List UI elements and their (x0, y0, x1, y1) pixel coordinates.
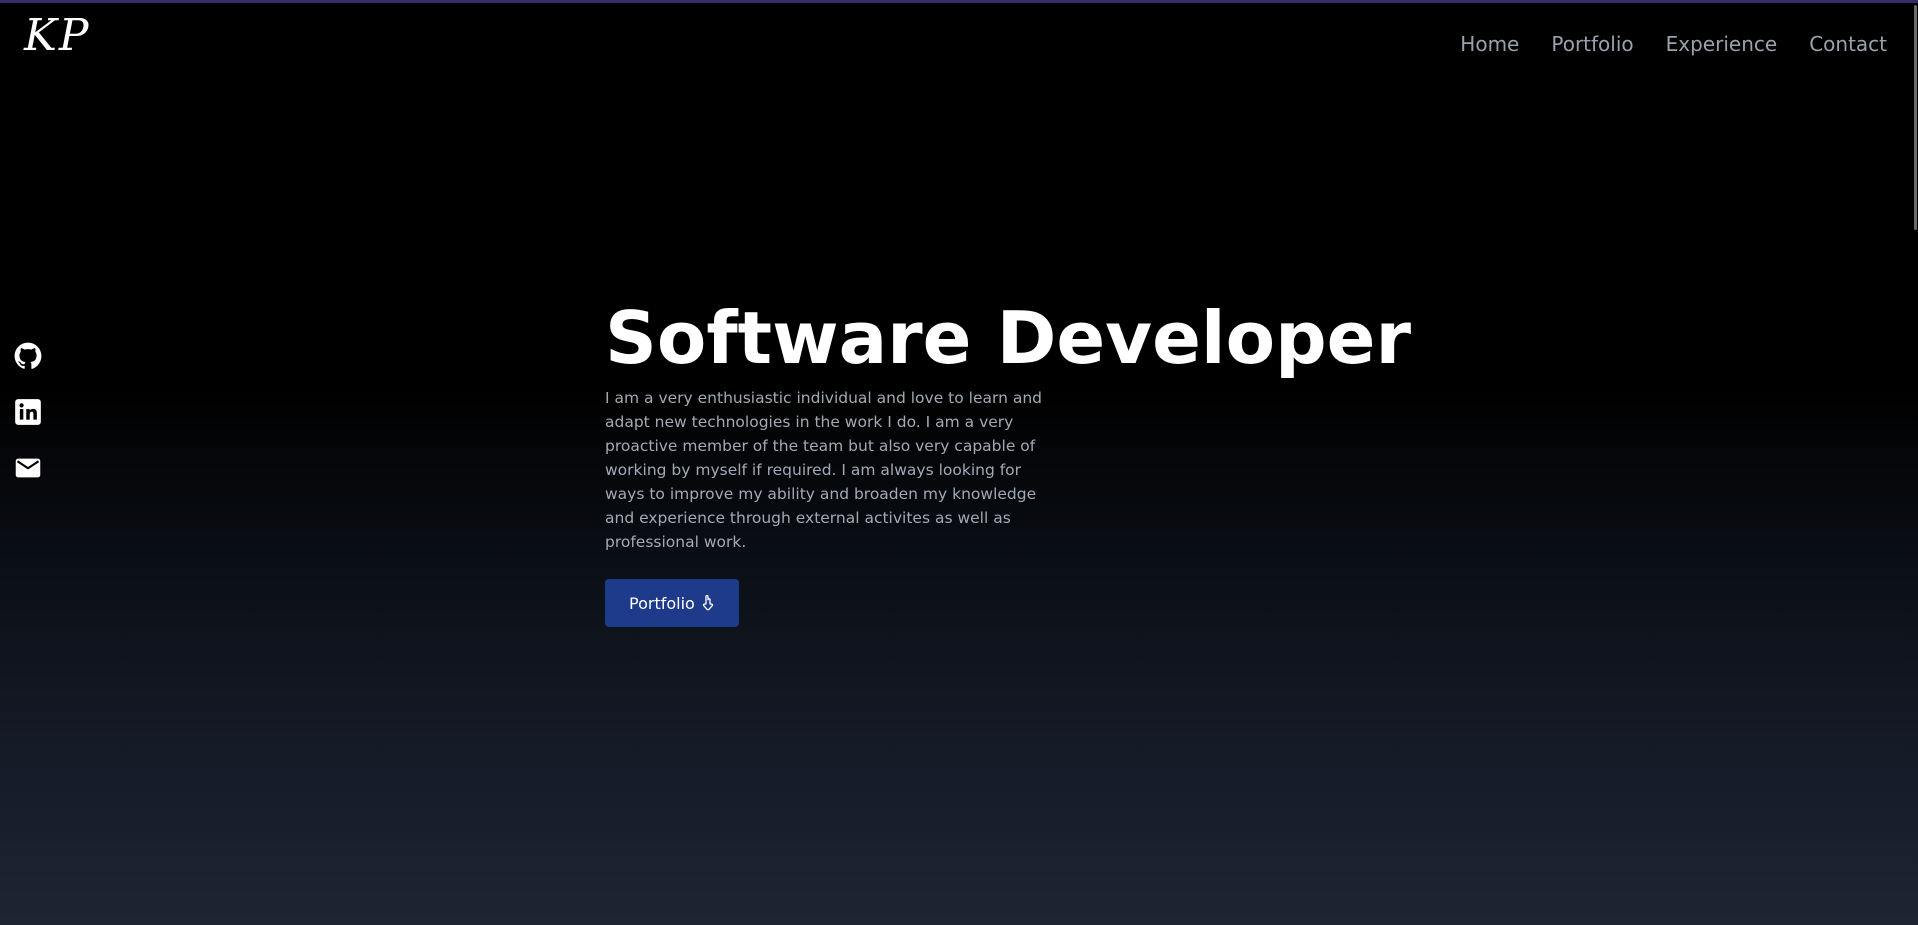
github-icon[interactable] (14, 342, 42, 370)
site-logo[interactable]: KP (24, 14, 90, 58)
hero-title: Software Developer (605, 296, 1411, 380)
social-links (14, 342, 42, 482)
nav-link-experience[interactable]: Experience (1666, 32, 1778, 56)
linkedin-icon[interactable] (14, 398, 42, 426)
pointing-hand-down-icon (702, 595, 713, 611)
scrollbar-thumb[interactable] (1914, 5, 1917, 230)
hero-description: I am a very enthusiastic individual and … (605, 389, 1043, 551)
hero-section: Software Developer I am a very enthusias… (605, 290, 1411, 627)
nav-link-home[interactable]: Home (1460, 32, 1519, 56)
nav-link-contact[interactable]: Contact (1809, 32, 1887, 56)
portfolio-button-label: Portfolio (629, 593, 695, 613)
scrollbar[interactable] (1912, 3, 1918, 925)
main-nav: Home Portfolio Experience Contact (1460, 32, 1887, 56)
nav-link-portfolio[interactable]: Portfolio (1551, 32, 1633, 56)
mail-icon[interactable] (14, 454, 42, 482)
portfolio-button[interactable]: Portfolio (605, 579, 739, 627)
top-accent-bar (0, 0, 1918, 3)
